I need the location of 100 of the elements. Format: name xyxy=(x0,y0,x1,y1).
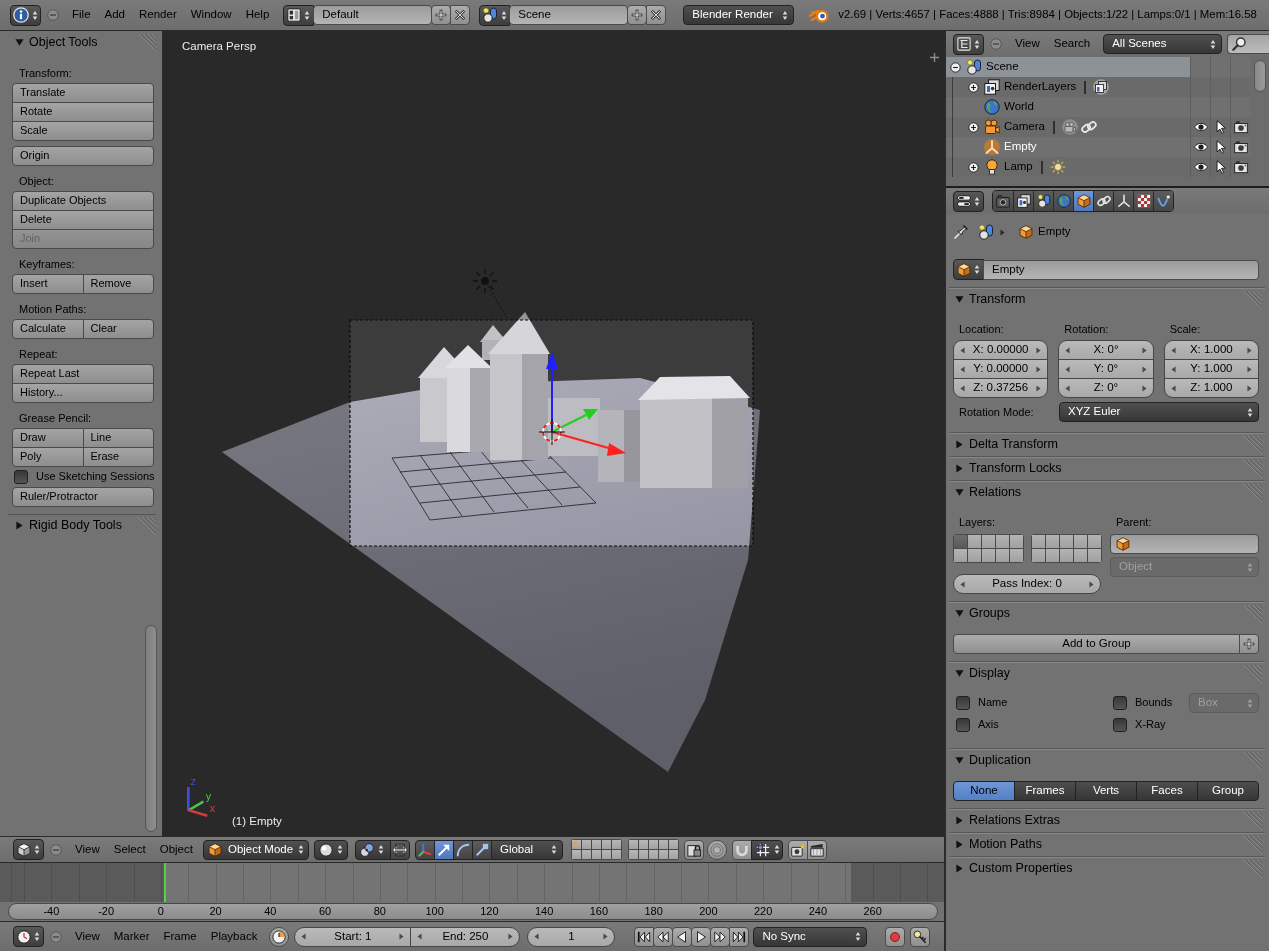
menu-item[interactable]: View xyxy=(68,839,107,860)
menu-item[interactable]: Playback xyxy=(203,926,265,947)
number-field[interactable]: Y: 0.00000 xyxy=(953,359,1049,379)
checkbox[interactable] xyxy=(956,696,970,710)
grip-icon[interactable] xyxy=(1244,751,1262,770)
menu-item[interactable]: Select xyxy=(106,839,153,860)
panel-title[interactable]: Custom Properties xyxy=(969,861,1073,876)
pivot-dropdown[interactable] xyxy=(354,839,391,860)
layer-toggle[interactable] xyxy=(581,850,591,859)
scene-name-field[interactable]: Scene xyxy=(509,5,629,25)
radio-option[interactable]: Group xyxy=(1197,781,1259,801)
layer-toggle[interactable] xyxy=(668,840,678,849)
render-animation-button[interactable] xyxy=(806,839,827,860)
layer-toggle[interactable] xyxy=(571,850,581,859)
tool-button[interactable]: Line xyxy=(82,428,154,448)
number-field[interactable]: Z: 0.37256 xyxy=(953,378,1049,398)
layer-toggle[interactable] xyxy=(1060,549,1073,562)
expand-icon[interactable] xyxy=(968,161,979,173)
panel-title[interactable]: Groups xyxy=(969,606,1010,621)
checkbox[interactable] xyxy=(14,470,28,484)
layer-toggle[interactable] xyxy=(648,840,658,849)
playback-button[interactable] xyxy=(710,926,731,947)
orientation-dropdown[interactable]: Global xyxy=(490,839,563,860)
arrow-left-icon[interactable] xyxy=(1065,384,1071,392)
arrow-right-icon[interactable] xyxy=(1141,346,1147,354)
rotation-mode-dropdown[interactable]: XYZ Euler xyxy=(1059,402,1259,422)
tool-button[interactable]: Calculate xyxy=(12,319,84,339)
screen-layout-button[interactable] xyxy=(283,4,315,26)
menu-item[interactable]: Search xyxy=(1046,34,1098,54)
scrollbar[interactable] xyxy=(145,625,157,832)
arrow-left-icon[interactable] xyxy=(1170,384,1176,392)
number-field[interactable]: Pass Index: 0 xyxy=(953,574,1101,594)
layer-toggle[interactable] xyxy=(611,850,621,859)
plus-icon[interactable] xyxy=(930,53,939,62)
editor-type-button[interactable] xyxy=(953,33,984,55)
camera-frame[interactable] xyxy=(349,319,754,547)
delete-button[interactable] xyxy=(646,5,667,25)
tool-button[interactable]: History... xyxy=(12,383,154,403)
editor-type-button[interactable] xyxy=(13,839,44,860)
triangle-down-icon[interactable] xyxy=(955,756,964,765)
panel-title[interactable]: Display xyxy=(969,666,1010,681)
layer-toggle[interactable] xyxy=(1046,535,1059,548)
manipulator-button[interactable] xyxy=(452,839,473,860)
grip-icon[interactable] xyxy=(1244,459,1262,478)
properties-tab[interactable] xyxy=(1133,191,1153,211)
layer-toggle[interactable] xyxy=(1046,549,1059,562)
search-field[interactable] xyxy=(1227,34,1269,54)
sync-mode-dropdown[interactable]: No Sync xyxy=(753,926,868,947)
triangle-down-icon[interactable] xyxy=(955,295,964,304)
triangle-right-icon[interactable] xyxy=(955,440,964,449)
layer-toggle[interactable] xyxy=(1032,549,1045,562)
menu-item[interactable]: Object xyxy=(152,839,200,860)
arrow-left-icon[interactable] xyxy=(417,933,423,940)
tool-button[interactable]: Remove xyxy=(82,274,154,294)
arrow-left-icon[interactable] xyxy=(534,933,540,940)
arrow-right-icon[interactable] xyxy=(1247,365,1252,373)
delete-button[interactable] xyxy=(450,5,471,25)
tool-button[interactable]: Translate xyxy=(12,83,154,103)
camera-icon[interactable] xyxy=(1233,120,1248,134)
grip-icon[interactable] xyxy=(1244,290,1262,309)
timeline-scrollbar[interactable]: -40 -20 0 20 40 60 80 100 120 140 160 180 200 220 240 260 xyxy=(8,903,938,920)
tool-button[interactable]: Insert xyxy=(12,274,84,294)
menu-item[interactable]: Add xyxy=(97,5,132,25)
editor-type-button[interactable] xyxy=(10,4,41,26)
panel-title[interactable]: Object Tools xyxy=(29,35,98,50)
playback-button[interactable] xyxy=(653,926,674,947)
menu-item[interactable]: Window xyxy=(183,5,239,25)
layer-toggle[interactable] xyxy=(968,549,981,562)
tool-button[interactable]: Duplicate Objects xyxy=(12,191,154,211)
menu-item[interactable]: View xyxy=(1008,34,1047,54)
triangle-right-icon[interactable] xyxy=(955,464,964,473)
layer-toggle[interactable] xyxy=(982,549,995,562)
layer-toggle[interactable] xyxy=(1060,535,1073,548)
number-field[interactable]: Z: 0° xyxy=(1058,378,1154,398)
start-frame-field[interactable]: Start: 1 xyxy=(294,926,412,947)
keying-set-button[interactable] xyxy=(910,926,931,947)
add-to-group-button[interactable]: Add to Group xyxy=(953,634,1240,654)
layer-toggle[interactable] xyxy=(571,840,581,849)
menu-item[interactable]: Frame xyxy=(156,926,204,947)
checkbox[interactable] xyxy=(1113,718,1127,732)
scene-browse-button[interactable] xyxy=(479,4,511,26)
grip-icon[interactable] xyxy=(1244,835,1262,854)
triangle-down-icon[interactable] xyxy=(15,38,24,47)
arrow-right-icon[interactable] xyxy=(1247,384,1252,392)
grip-icon[interactable] xyxy=(139,33,157,52)
arrow-right-icon[interactable] xyxy=(1036,365,1042,373)
layer-toggle[interactable] xyxy=(648,850,658,859)
playback-button[interactable] xyxy=(691,926,712,947)
outliner-row[interactable]: Empty xyxy=(946,137,1250,157)
layer-toggle[interactable] xyxy=(658,840,668,849)
layer-toggle[interactable] xyxy=(968,535,981,548)
tool-button[interactable]: Delete xyxy=(12,210,154,230)
display-filter-dropdown[interactable]: All Scenes xyxy=(1103,34,1223,54)
lock-layers-button[interactable] xyxy=(683,839,704,860)
grip-icon[interactable] xyxy=(1244,483,1262,502)
tool-button[interactable]: Draw xyxy=(12,428,84,448)
add-button[interactable] xyxy=(1239,634,1259,654)
scrollbar[interactable] xyxy=(1253,60,1266,92)
layer-toggle[interactable] xyxy=(1088,549,1101,562)
layer-toggle[interactable] xyxy=(1032,535,1045,548)
